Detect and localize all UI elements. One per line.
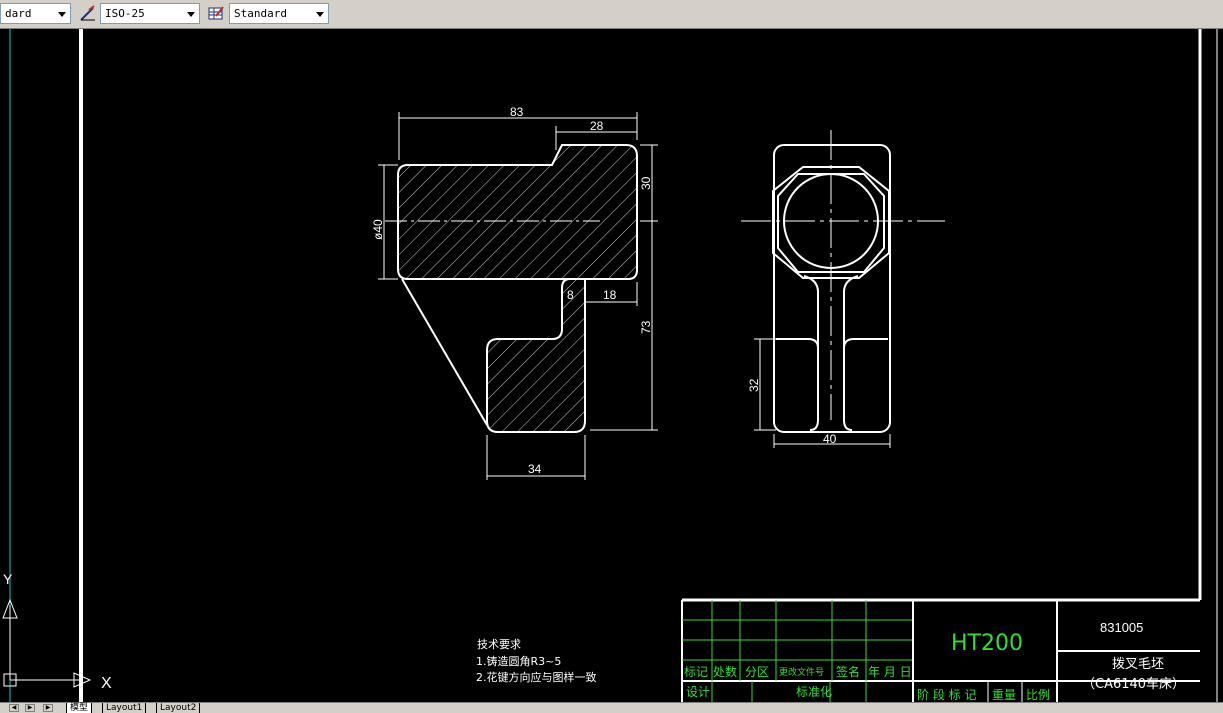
dim-side-width: 40 [823, 432, 837, 446]
front-view-slant-edge [401, 278, 488, 426]
label-scale: 比例 [1026, 688, 1050, 702]
dim-boss-height: 30 [639, 176, 653, 190]
chevron-down-icon [58, 12, 66, 17]
title-block-texts: HT200 831005 拨叉毛坯 （CA6140车床） 标记 处数 分区 更改… [684, 620, 1185, 702]
dim-overall-width: 83 [510, 105, 524, 119]
styles-toolbar: dard ISO-25 Standard [0, 0, 1223, 29]
label-date: 年 月 日 [868, 665, 912, 679]
chevron-down-icon [316, 12, 324, 17]
label-standard: 标准化 [796, 685, 832, 699]
label-count: 处数 [713, 664, 737, 679]
dim-diameter: ø40 [371, 219, 385, 240]
drawing-svg: 83 28 30 ø40 8 18 73 34 32 40 技术要求 1.铸造圆… [2, 29, 1218, 702]
drawing-canvas[interactable]: 83 28 30 ø40 8 18 73 34 32 40 技术要求 1.铸造圆… [0, 29, 1223, 702]
tech-req-line1: 1.铸造圆角R3~5 [476, 654, 561, 668]
tab-next-button[interactable]: ▶ [43, 704, 53, 712]
part-name: 拨叉毛坯 [1112, 657, 1164, 672]
tech-req-line2: 2.花键方向应与图样一致 [476, 670, 597, 684]
front-view: 83 28 30 ø40 8 18 73 34 [371, 105, 658, 480]
machine-name: （CA6140车床） [1082, 676, 1185, 692]
tech-req-title: 技术要求 [477, 638, 521, 651]
text-style-combo[interactable]: dard [0, 3, 71, 24]
tab-prev-button[interactable]: ▶ [25, 704, 35, 712]
dim-step: 18 [603, 288, 617, 302]
dim-style-combo[interactable]: ISO-25 [100, 3, 200, 24]
label-weight: 重量 [992, 688, 1016, 702]
label-change-doc: 更改文件号 [779, 666, 824, 678]
text-style-value: dard [5, 7, 32, 20]
table-style-icon[interactable] [207, 4, 225, 22]
layout-tab-bar: ◀ ▶ ▶ 模型 Layout1 Layout2 [0, 702, 1223, 713]
label-design: 设计 [686, 685, 710, 699]
label-mark: 标记 [684, 665, 708, 679]
label-zone: 分区 [745, 665, 769, 679]
label-sign: 签名 [836, 664, 860, 679]
table-style-value: Standard [234, 7, 287, 20]
ucs-y-label: Y [3, 571, 13, 587]
side-view-outline [773, 144, 891, 433]
ucs-icon: Y X [2, 571, 112, 692]
label-stage: 阶 段 标 记 [917, 687, 976, 702]
front-view-upper-section [397, 144, 638, 280]
dim-gap: 8 [567, 288, 574, 302]
side-view: 32 40 [741, 130, 945, 448]
material-label: HT200 [951, 631, 1023, 656]
tab-first-button[interactable]: ◀ [9, 704, 19, 712]
dim-total-height: 73 [639, 320, 653, 334]
drawing-number: 831005 [1100, 620, 1143, 635]
chevron-down-icon [187, 12, 195, 17]
dim-style-value: ISO-25 [105, 7, 145, 20]
dimension-style-icon[interactable] [79, 4, 97, 22]
technical-requirements: 技术要求 1.铸造圆角R3~5 2.花键方向应与图样一致 [476, 638, 597, 684]
dim-top-boss-width: 28 [590, 119, 604, 133]
table-style-combo[interactable]: Standard [229, 3, 329, 24]
ucs-x-label: X [101, 675, 112, 692]
dim-slot-height: 32 [747, 378, 761, 392]
dim-foot-width: 34 [528, 462, 542, 476]
